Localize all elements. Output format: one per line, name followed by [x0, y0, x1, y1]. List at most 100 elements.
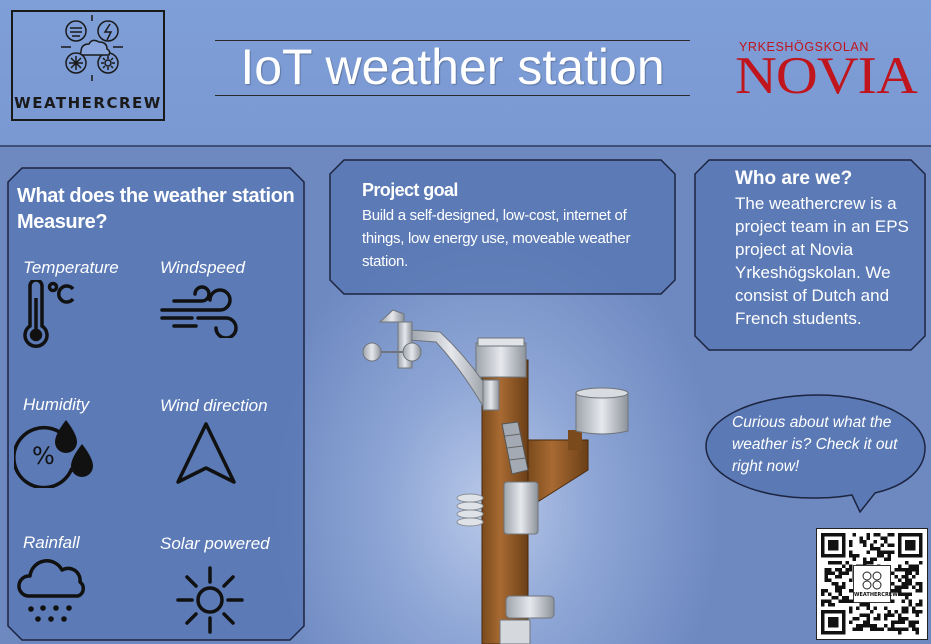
qr-module: [912, 606, 916, 610]
qr-module: [866, 550, 870, 554]
qr-module: [824, 571, 828, 575]
qr-module: [884, 550, 888, 554]
qr-module: [842, 599, 846, 603]
qr-module: [856, 554, 860, 558]
qr-module: [849, 554, 853, 558]
qr-module: [866, 620, 870, 624]
qr-module: [880, 627, 884, 631]
qr-module: [898, 613, 902, 617]
qr-module: [842, 564, 846, 568]
qr-module: [901, 599, 905, 603]
qr-module: [866, 624, 870, 628]
qr-module: [866, 561, 870, 565]
qr-module: [884, 557, 888, 561]
qr-module: [891, 620, 895, 624]
qr-module: [838, 592, 842, 596]
qr-module: [856, 627, 860, 631]
qr-module: [831, 561, 835, 565]
qr-module: [894, 568, 898, 572]
qr-module: [849, 610, 853, 614]
qr-module: [866, 536, 870, 540]
qr-module: [887, 627, 891, 631]
qr-module: [898, 578, 902, 582]
qr-module: [891, 599, 895, 603]
qr-finder-square: [828, 540, 839, 551]
project-goal-text: Build a self-designed, low-cost, interne…: [362, 207, 631, 270]
qr-module: [852, 617, 856, 621]
qr-module: [898, 585, 902, 589]
qr-module: [838, 589, 842, 593]
qr-module: [908, 592, 912, 596]
qr-module: [821, 599, 825, 603]
qr-module: [863, 557, 867, 561]
qr-module: [849, 578, 853, 582]
qr-module: [821, 592, 825, 596]
qr-module: [915, 610, 919, 614]
qr-module: [835, 582, 839, 586]
qr-module: [905, 578, 909, 582]
qr-module: [901, 585, 905, 589]
who-are-we-title: Who are we?: [735, 168, 853, 189]
rainfall-label: Rainfall: [23, 533, 80, 552]
qr-module: [912, 585, 916, 589]
qr-module: [835, 561, 839, 565]
qr-module: [877, 533, 881, 537]
qr-module: [852, 557, 856, 561]
qr-module: [887, 543, 891, 547]
qr-module: [905, 571, 909, 575]
qr-module: [824, 589, 828, 593]
windspeed-label: Windspeed: [160, 258, 245, 277]
qr-module: [866, 617, 870, 621]
qr-module: [908, 620, 912, 624]
qr-module: [870, 610, 874, 614]
humidity-icon: %: [14, 420, 93, 488]
qr-module: [866, 533, 870, 537]
qr-module: [887, 550, 891, 554]
qr-module: [870, 547, 874, 551]
qr-module: [838, 575, 842, 579]
qr-module: [835, 568, 839, 572]
qr-module: [828, 599, 832, 603]
qr-module: [894, 575, 898, 579]
qr-module: [912, 575, 916, 579]
qr-module: [859, 624, 863, 628]
thermometer-icon: [23, 280, 75, 348]
qr-module: [877, 554, 881, 558]
qr-module: [838, 568, 842, 572]
qr-module: [908, 624, 912, 628]
qr-module: [915, 568, 919, 572]
qr-module: [898, 617, 902, 621]
qr-code[interactable]: WEATHERCREW: [816, 528, 928, 640]
qr-module: [863, 620, 867, 624]
qr-module: [873, 557, 877, 561]
qr-module: [887, 533, 891, 537]
qr-module: [824, 578, 828, 582]
qr-module: [866, 613, 870, 617]
qr-module: [919, 582, 923, 586]
qr-module: [908, 571, 912, 575]
qr-module: [873, 624, 877, 628]
qr-module: [845, 571, 849, 575]
qr-module: [838, 561, 842, 565]
qr-module: [901, 592, 905, 596]
qr-module: [859, 627, 863, 631]
qr-module: [845, 561, 849, 565]
wind-icon: [160, 285, 238, 338]
qr-module: [856, 606, 860, 610]
qr-module: [894, 620, 898, 624]
qr-module: [901, 620, 905, 624]
qr-module: [898, 631, 902, 635]
qr-module: [835, 585, 839, 589]
qr-module: [838, 585, 842, 589]
qr-module: [908, 603, 912, 607]
qr-module: [870, 543, 874, 547]
qr-module: [863, 543, 867, 547]
qr-module: [912, 610, 916, 614]
project-goal-title: Project goal: [362, 180, 458, 200]
qr-module: [866, 603, 870, 607]
qr-module: [905, 561, 909, 565]
qr-module: [835, 575, 839, 579]
qr-module: [898, 564, 902, 568]
qr-module: [898, 620, 902, 624]
qr-module: [866, 606, 870, 610]
